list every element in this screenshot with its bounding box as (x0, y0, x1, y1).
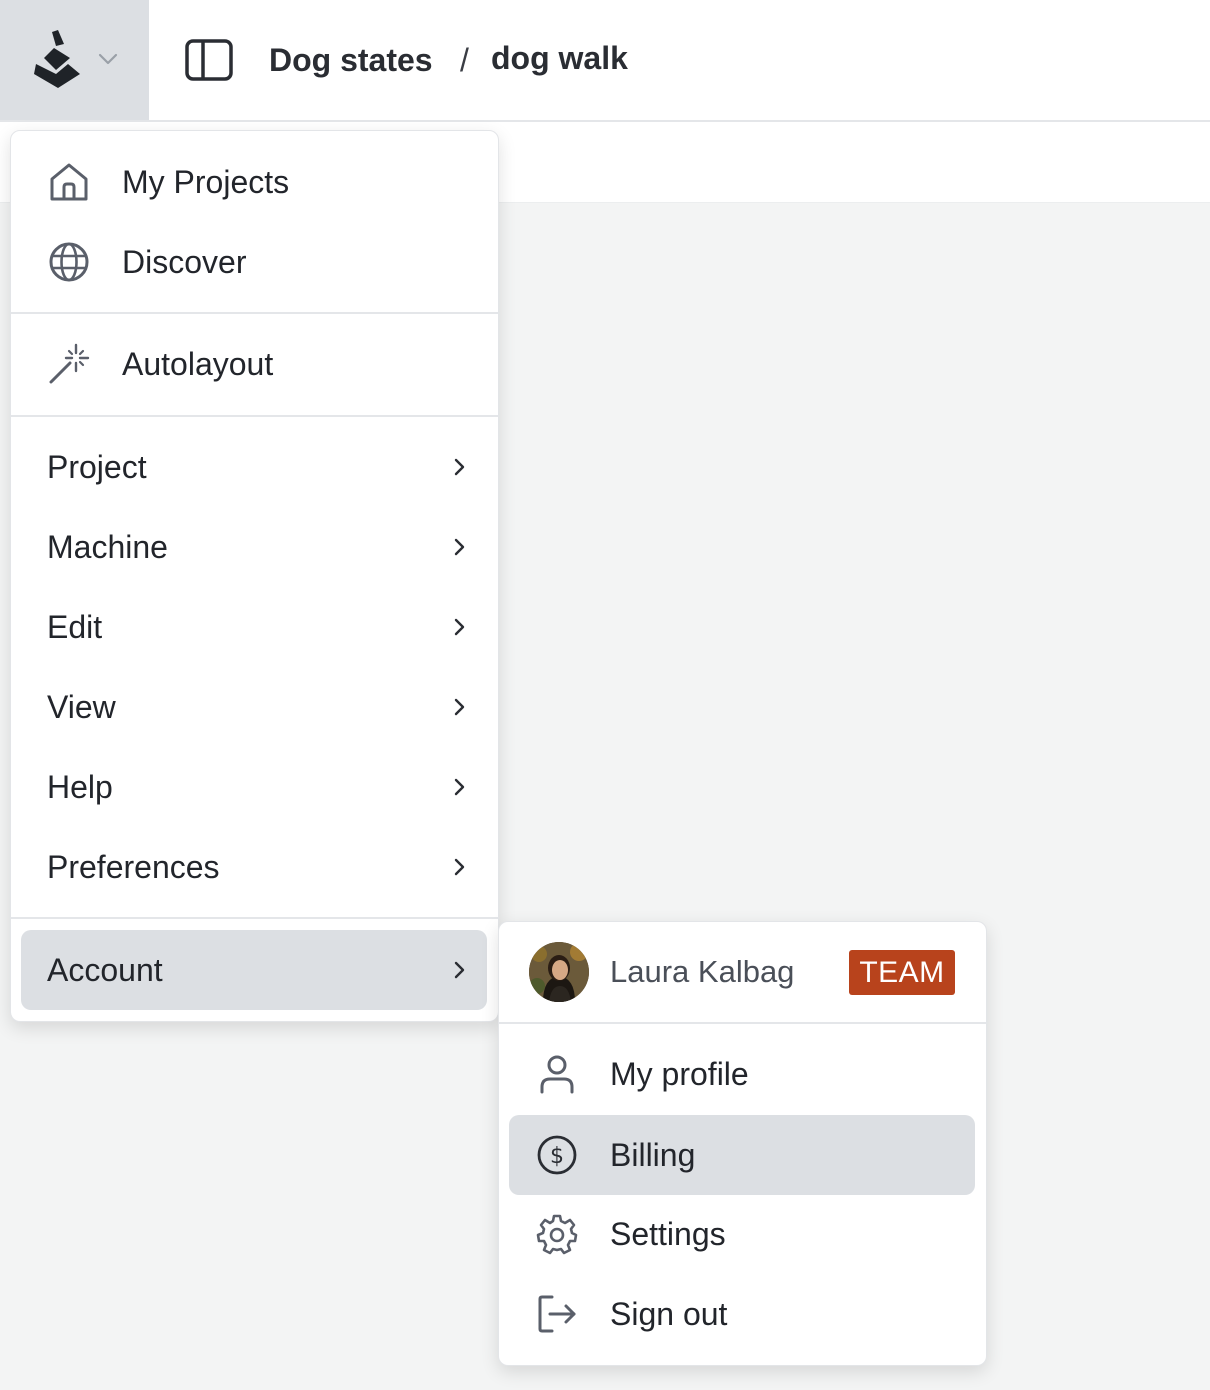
home-icon (50, 163, 88, 201)
menu-item-view[interactable]: View (11, 667, 498, 747)
breadcrumb-project[interactable]: Dog states (269, 36, 433, 84)
chevron-right-icon (454, 858, 465, 876)
breadcrumb-separator: / (460, 42, 469, 78)
user-icon (540, 1055, 574, 1094)
menu-item-label: View (47, 689, 116, 725)
menu-item-sign-out[interactable]: Sign out (499, 1274, 986, 1354)
globe-icon (49, 242, 89, 282)
menu-item-machine[interactable]: Machine (11, 507, 498, 587)
menu-item-label: Sign out (610, 1296, 728, 1332)
breadcrumb-machine[interactable]: dog walk (491, 34, 628, 82)
menu-item-my-projects[interactable]: My Projects (11, 142, 498, 222)
chevron-right-icon (454, 698, 465, 716)
chevron-down-icon (98, 53, 118, 65)
menu-divider (499, 1022, 986, 1024)
app-main-menu: My Projects Discover Autolayout Project … (10, 130, 499, 1022)
chevron-right-icon (454, 618, 465, 636)
menu-item-preferences[interactable]: Preferences (11, 827, 498, 907)
menu-item-label: My profile (610, 1056, 749, 1092)
menu-item-label: Project (47, 449, 147, 485)
menu-item-account[interactable]: Account (21, 930, 487, 1010)
menu-item-my-profile[interactable]: My profile (499, 1034, 986, 1114)
dollar-circle-icon: $ (537, 1135, 577, 1175)
app-logo-menu-button[interactable] (0, 0, 149, 120)
gear-icon (536, 1214, 578, 1255)
menu-item-help[interactable]: Help (11, 747, 498, 827)
menu-item-label: Settings (610, 1216, 726, 1252)
menu-item-label: Billing (610, 1137, 696, 1173)
menu-item-label: My Projects (122, 164, 290, 200)
menu-item-label: Account (47, 952, 163, 988)
account-submenu: Laura Kalbag TEAM My profile $ Billing S… (498, 921, 987, 1366)
menu-item-label: Machine (47, 529, 168, 565)
avatar (529, 942, 589, 1002)
chevron-right-icon (454, 538, 465, 556)
menu-item-label: Autolayout (122, 346, 274, 382)
plan-badge: TEAM (849, 950, 955, 995)
app-logo-icon (34, 30, 80, 88)
menu-divider (11, 312, 498, 314)
user-name: Laura Kalbag (610, 954, 795, 989)
chevron-right-icon (454, 458, 465, 476)
menu-item-edit[interactable]: Edit (11, 587, 498, 667)
magic-wand-icon (49, 343, 90, 384)
menu-item-project[interactable]: Project (11, 427, 498, 507)
chevron-right-icon (454, 778, 465, 796)
chevron-right-icon (454, 961, 465, 979)
sign-out-icon (538, 1295, 576, 1333)
menu-item-label: Help (47, 769, 113, 805)
menu-divider (11, 917, 498, 919)
sidebar-toggle-icon[interactable] (184, 38, 234, 82)
menu-item-settings[interactable]: Settings (499, 1194, 986, 1274)
menu-item-discover[interactable]: Discover (11, 222, 498, 302)
menu-divider (11, 415, 498, 417)
menu-item-label: Edit (47, 609, 103, 645)
svg-text:$: $ (550, 1144, 564, 1169)
menu-item-label: Preferences (47, 849, 220, 885)
menu-item-label: Discover (122, 244, 247, 280)
top-bar: Dog states / dog walk (0, 0, 1210, 122)
menu-item-billing[interactable]: $ Billing (509, 1115, 975, 1195)
menu-item-autolayout[interactable]: Autolayout (11, 324, 498, 404)
